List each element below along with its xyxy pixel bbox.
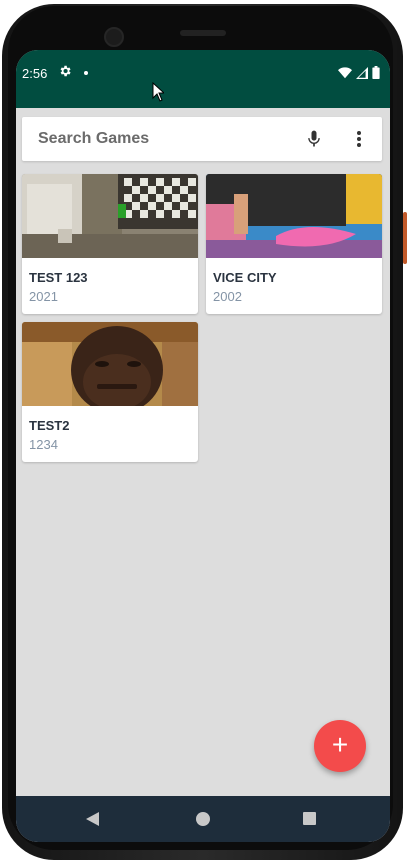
game-cover-image (206, 174, 382, 258)
earpiece-speaker (180, 30, 226, 36)
recents-square-icon[interactable] (303, 812, 316, 825)
game-title: VICE CITY (213, 270, 277, 285)
signal-icon (356, 66, 368, 84)
game-card-vice-city[interactable]: VICE CITY 2002 (206, 174, 382, 314)
add-icon: + (331, 729, 349, 760)
home-circle-icon[interactable] (196, 812, 210, 826)
navigation-bar (16, 796, 390, 842)
more-vert-icon[interactable] (352, 129, 366, 149)
mic-icon[interactable] (304, 129, 324, 149)
search-input[interactable]: Search Games (38, 130, 149, 148)
game-year: 2021 (29, 289, 58, 304)
game-card-test-123[interactable]: TEST 123 2021 (22, 174, 198, 314)
add-game-button[interactable]: + (314, 720, 366, 772)
phone-device: 2:56 Search Games TEST 123 2021 VICE CIT… (0, 0, 407, 864)
status-time: 2:56 (22, 66, 48, 81)
dot-icon (84, 71, 88, 75)
gear-icon (58, 64, 72, 81)
game-title: TEST2 (29, 418, 70, 433)
status-icons (338, 66, 380, 84)
game-cover-image (22, 322, 198, 406)
power-button (403, 212, 407, 264)
mouse-cursor-icon (152, 81, 166, 107)
front-camera (104, 27, 124, 47)
status-bar: 2:56 (16, 50, 390, 108)
game-card-test2[interactable]: TEST2 1234 (22, 322, 198, 462)
game-title: TEST 123 (29, 270, 88, 285)
game-year: 2002 (213, 289, 242, 304)
back-triangle-icon[interactable] (86, 812, 100, 831)
search-bar[interactable]: Search Games (22, 117, 382, 161)
game-cover-image (22, 174, 198, 258)
game-year: 1234 (29, 437, 58, 452)
wifi-icon (338, 66, 352, 84)
app-screen: 2:56 Search Games TEST 123 2021 VICE CIT… (16, 50, 390, 842)
battery-icon (372, 66, 380, 84)
